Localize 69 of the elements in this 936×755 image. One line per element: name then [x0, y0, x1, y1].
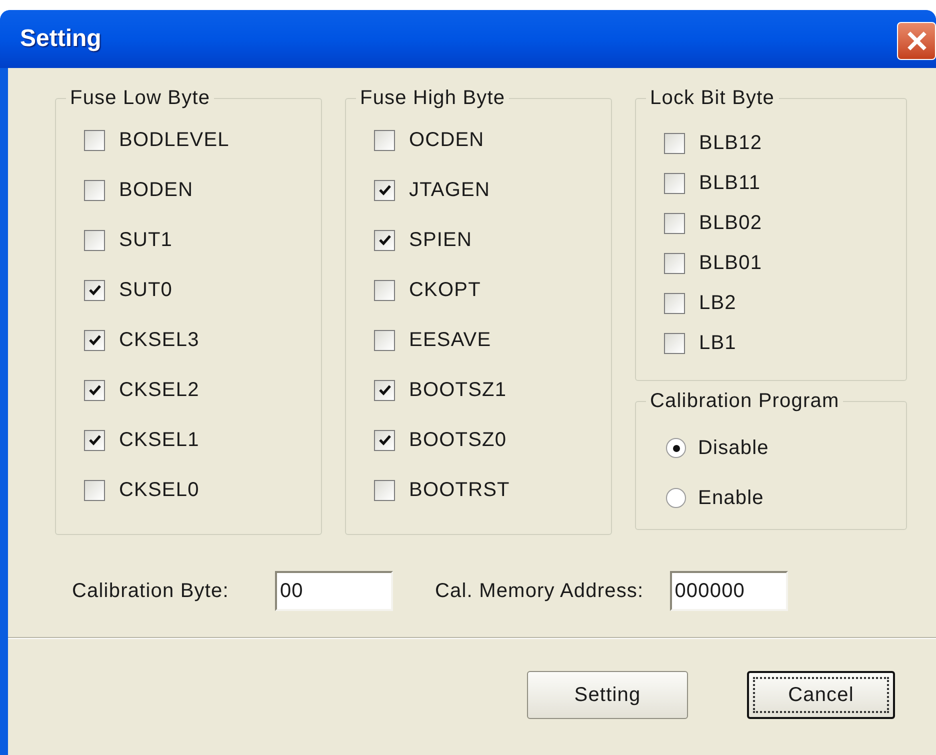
checkbox-label: BOOTSZ1 — [409, 378, 507, 403]
checkbox[interactable] — [84, 230, 105, 250]
checkbox-label: JTAGEN — [409, 178, 490, 203]
checkbox-label: BODEN — [119, 178, 194, 203]
checkbox-label: CKSEL1 — [119, 428, 200, 453]
checkbox-label: SPIEN — [409, 228, 472, 253]
checkbox-label: BODLEVEL — [119, 128, 230, 153]
checkbox[interactable] — [84, 180, 105, 200]
checkbox-label: LB2 — [699, 291, 736, 316]
checkbox-label: CKSEL3 — [119, 328, 200, 353]
group-title: Fuse Low Byte — [69, 86, 212, 110]
close-button[interactable] — [897, 22, 936, 60]
checkbox-label: SUT0 — [119, 278, 173, 303]
checkmark-icon — [88, 283, 102, 297]
checkbox[interactable] — [84, 130, 105, 150]
checkbox[interactable] — [84, 480, 105, 500]
checkbox-label: SUT1 — [119, 228, 173, 253]
checkmark-icon — [88, 383, 102, 397]
checkmark-icon — [88, 333, 102, 347]
checkbox[interactable] — [664, 292, 685, 314]
checkbox-label: BLB12 — [699, 131, 762, 156]
radio-button[interactable] — [666, 438, 686, 458]
field-label: Cal. Memory Address: — [434, 579, 644, 604]
checkbox-label: BOOTSZ0 — [409, 428, 507, 453]
radio-label: Disable — [698, 436, 769, 461]
checkmark-icon — [378, 183, 392, 197]
checkmark-icon — [378, 433, 392, 447]
field-label: Calibration Byte: — [72, 579, 229, 604]
dialog-button[interactable]: Cancel — [747, 671, 895, 719]
checkbox[interactable] — [664, 252, 685, 274]
checkbox-label: BLB11 — [699, 171, 761, 196]
checkbox[interactable] — [374, 230, 395, 250]
checkbox-label: BLB01 — [699, 251, 762, 276]
checkbox[interactable] — [374, 380, 395, 400]
checkbox[interactable] — [374, 480, 395, 500]
group-title: Lock Bit Byte — [649, 86, 776, 110]
checkbox[interactable] — [374, 330, 395, 350]
checkbox[interactable] — [374, 430, 395, 450]
close-icon — [906, 30, 928, 52]
window-title: Setting — [20, 24, 102, 54]
checkbox[interactable] — [664, 172, 685, 194]
radio-label: Enable — [698, 486, 764, 511]
checkbox[interactable] — [84, 330, 105, 350]
checkbox-label: BOOTRST — [409, 478, 510, 503]
checkbox-label: LB1 — [699, 331, 736, 356]
checkbox[interactable] — [664, 332, 685, 354]
group-title: Calibration Program — [649, 389, 840, 413]
checkbox[interactable] — [84, 430, 105, 450]
checkbox-label: OCDEN — [409, 128, 484, 153]
checkbox-label: EESAVE — [409, 328, 492, 353]
checkmark-icon — [378, 233, 392, 247]
checkbox-label: CKSEL2 — [119, 378, 200, 403]
checkbox[interactable] — [374, 180, 395, 200]
checkbox[interactable] — [84, 380, 105, 400]
checkmark-icon — [378, 383, 392, 397]
checkmark-icon — [88, 433, 102, 447]
input-field[interactable]: 00 — [274, 571, 393, 611]
checkbox[interactable] — [664, 212, 685, 234]
checkbox[interactable] — [374, 280, 395, 300]
checkbox[interactable] — [374, 130, 395, 150]
checkbox-label: CKSEL0 — [119, 478, 200, 503]
checkbox[interactable] — [84, 280, 105, 300]
checkbox-label: BLB02 — [699, 211, 762, 236]
group-title: Fuse High Byte — [359, 86, 506, 110]
input-field[interactable]: 000000 — [670, 571, 788, 611]
dialog-button[interactable]: Setting — [527, 671, 688, 719]
checkbox-label: CKOPT — [409, 278, 481, 303]
checkbox[interactable] — [664, 132, 685, 154]
radio-button[interactable] — [666, 488, 686, 508]
